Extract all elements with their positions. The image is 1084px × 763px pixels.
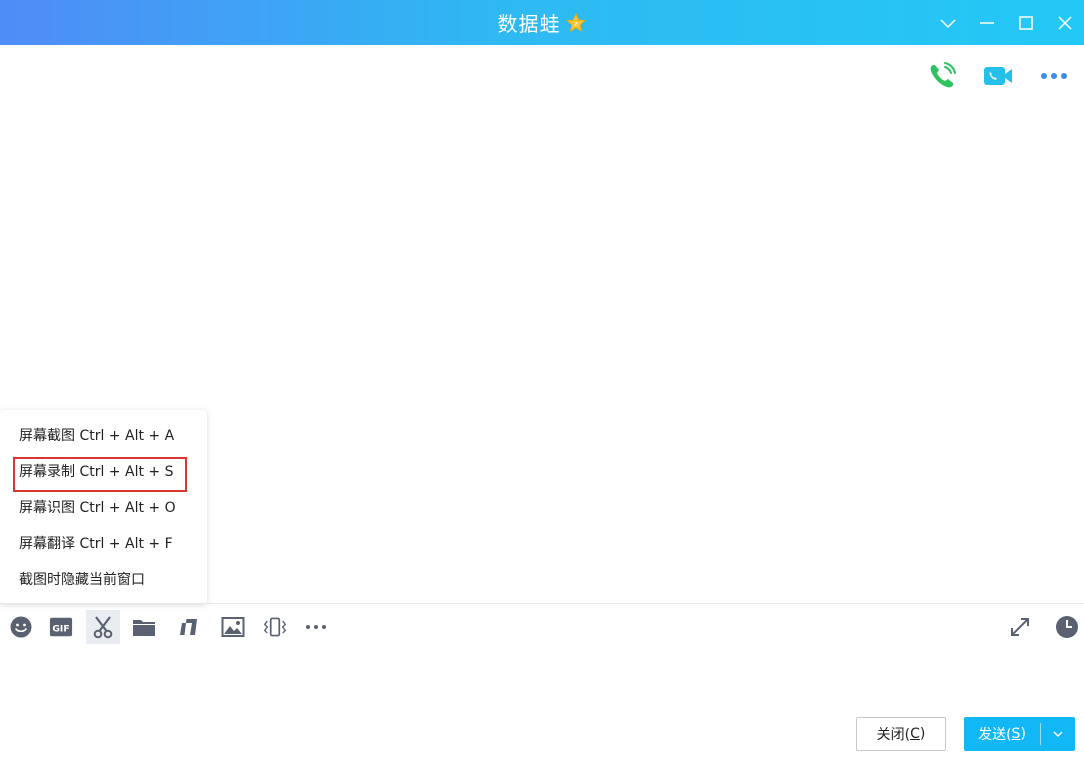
- screenshot-popup-menu: 屏幕截图 Ctrl + Alt + A 屏幕录制 Ctrl + Alt + S …: [0, 410, 207, 604]
- more-icon[interactable]: [299, 610, 333, 644]
- emoji-icon[interactable]: [4, 610, 38, 644]
- music-icon[interactable]: [171, 610, 205, 644]
- call-tools: [926, 60, 1070, 92]
- close-button[interactable]: 关闭(C): [856, 717, 946, 751]
- send-options-chevron-icon[interactable]: [1041, 717, 1075, 751]
- input-toolbar: GIF: [0, 610, 1084, 646]
- image-icon[interactable]: [216, 610, 250, 644]
- send-button-key: S: [1011, 726, 1021, 742]
- window-title: 数据蛙: [497, 12, 561, 36]
- window-controls: [928, 0, 1084, 45]
- expand-icon[interactable]: [1003, 610, 1037, 644]
- scissors-icon[interactable]: [86, 610, 120, 644]
- svg-text:z: z: [574, 19, 578, 28]
- voice-call-icon[interactable]: [926, 60, 958, 92]
- shake-icon[interactable]: [258, 610, 292, 644]
- title-bar: 数据蛙 z: [0, 0, 1084, 45]
- chat-window: 数据蛙 z 屏幕截图 Ctrl + Alt + A 屏幕录制 Ctrl + Al…: [0, 0, 1084, 763]
- menu-item-screen-translate[interactable]: 屏幕翻译 Ctrl + Alt + F: [0, 526, 207, 562]
- svg-text:GIF: GIF: [52, 624, 69, 635]
- menu-item-screen-recognize[interactable]: 屏幕识图 Ctrl + Alt + O: [0, 490, 207, 526]
- gif-icon[interactable]: GIF: [44, 610, 78, 644]
- send-button-group: 发送(S): [964, 717, 1075, 751]
- close-button-label: 关闭(: [876, 727, 911, 743]
- more-icon[interactable]: [1038, 60, 1070, 92]
- send-button-suffix: ): [1020, 726, 1026, 742]
- menu-item-hide-window[interactable]: 截图时隐藏当前窗口: [0, 562, 207, 598]
- send-button-label: 发送(: [978, 727, 1012, 743]
- title-wrap: 数据蛙 z: [498, 8, 587, 37]
- send-button[interactable]: 发送(S): [964, 717, 1040, 751]
- message-input[interactable]: [0, 648, 1084, 708]
- video-call-icon[interactable]: [982, 60, 1014, 92]
- minimize-icon[interactable]: [967, 0, 1006, 45]
- close-button-suffix: ): [919, 726, 926, 742]
- divider: [0, 603, 1084, 604]
- chevron-down-icon[interactable]: [928, 0, 967, 45]
- close-icon[interactable]: [1045, 0, 1084, 45]
- menu-item-screenshot[interactable]: 屏幕截图 Ctrl + Alt + A: [0, 418, 207, 454]
- maximize-icon[interactable]: [1006, 0, 1045, 45]
- menu-item-screen-record[interactable]: 屏幕录制 Ctrl + Alt + S: [0, 454, 207, 492]
- clock-icon[interactable]: [1050, 610, 1084, 644]
- vip-star-icon: z: [565, 12, 587, 34]
- close-button-key: C: [910, 726, 920, 742]
- folder-icon[interactable]: [127, 610, 161, 644]
